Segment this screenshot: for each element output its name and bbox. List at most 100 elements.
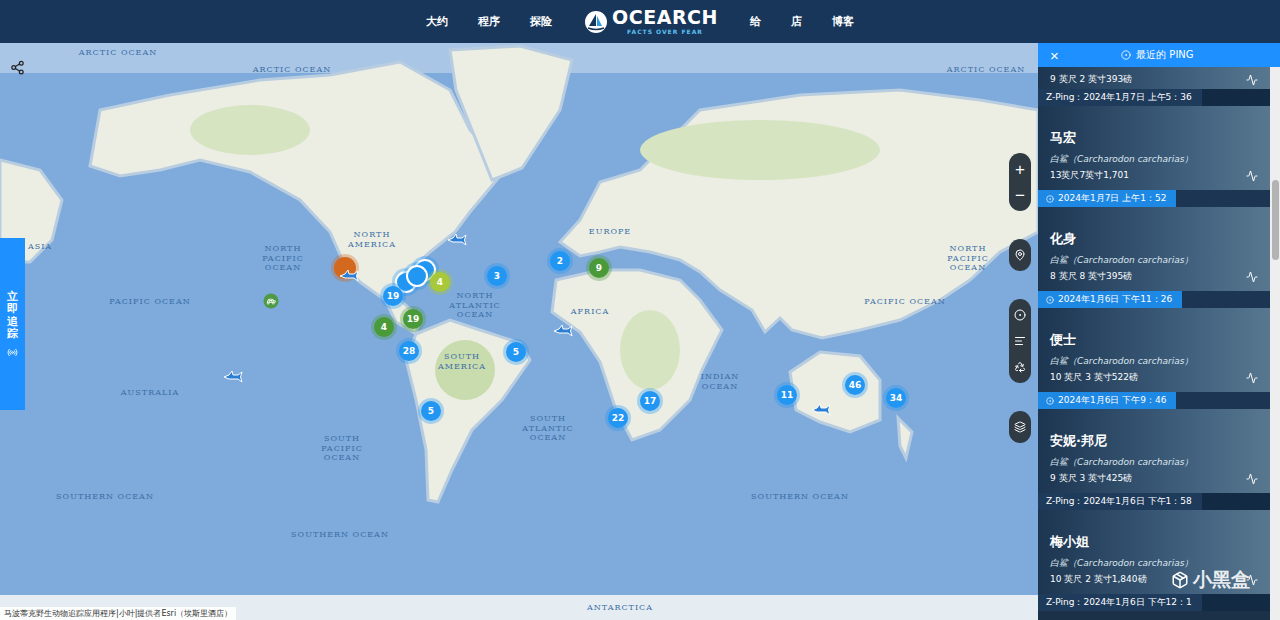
wave-icon [1246, 271, 1258, 283]
locate-button[interactable] [1009, 242, 1031, 268]
track-now-label: 立即追踪 [7, 290, 18, 338]
cluster-marker[interactable]: 19 [403, 309, 423, 329]
zoom-in-button[interactable]: + [1009, 156, 1031, 182]
map-label: NORTH ATLANTIC OCEAN [448, 291, 503, 320]
animal-info: 便士白鲨（Carcharodon carcharias）10 英尺 3 英寸52… [1050, 331, 1240, 384]
scrollbar[interactable] [1270, 67, 1280, 620]
scrollbar-thumb[interactable] [1272, 180, 1279, 260]
map-controls: +− [1009, 153, 1031, 443]
nav-item[interactable]: 店 [791, 14, 802, 29]
nav-item[interactable]: 博客 [832, 14, 854, 29]
map-label: PACIFIC OCEAN [100, 297, 200, 307]
ping-button[interactable] [1009, 302, 1031, 328]
animal-info: 9 英尺 2 英寸393磅 [1050, 70, 1240, 86]
cluster-marker[interactable]: 4 [430, 272, 450, 292]
layers-control [1009, 411, 1031, 443]
map-label: PACIFIC OCEAN [855, 297, 955, 307]
top-nav: 大约 程序 探险 OCEARCHFACTS OVER FEAR 给 店 博客 [0, 0, 1280, 43]
cluster-marker[interactable]: 4 [374, 317, 394, 337]
cluster-marker[interactable]: 2 [550, 251, 570, 271]
animal-size: 10 英尺 3 英寸522磅 [1050, 371, 1240, 384]
panel-body: 9 英尺 2 英寸393磅Z-Ping：2024年1月7日 上午5：36马宏白鲨… [1038, 67, 1280, 620]
signal-icon [7, 347, 18, 358]
map-label: ASIA [20, 242, 60, 252]
panel-title: 最近的 PING [1063, 48, 1272, 62]
cluster-marker[interactable]: 17 [640, 391, 660, 411]
watermark: 小黑盒 [1171, 567, 1250, 593]
map-pin-icon [1014, 249, 1026, 261]
animal-pin[interactable] [447, 234, 467, 246]
recycle-button[interactable] [1009, 354, 1031, 380]
ping-time: 2024年1月6日 下午9：46 [1038, 392, 1176, 409]
cluster-marker[interactable]: 11 [777, 385, 797, 405]
cluster-marker[interactable]: 22 [608, 408, 628, 428]
world-map[interactable]: ARCTIC OCEANARCTIC OCEANARCTIC OCEANNORT… [0, 43, 1038, 620]
shark-icon [553, 325, 573, 337]
ping-time: 2024年1月6日 下午11：26 [1038, 291, 1182, 308]
list-button[interactable] [1009, 328, 1031, 354]
ping-time-row: 2024年1月6日 下午9：46 [1038, 392, 1270, 409]
locate-control [1009, 239, 1031, 271]
nav-item[interactable]: 探险 [530, 14, 552, 29]
ping-icon [1046, 296, 1054, 304]
ping-icon [1014, 309, 1026, 321]
map-attribution: 马波蒂克野生动物追踪应用程序|小叶|提供者Esri（埃斯里酒店） [0, 607, 236, 620]
animal-species: 白鲨（Carcharodon carcharias） [1050, 456, 1240, 469]
zoom-control: +− [1009, 153, 1031, 211]
cluster-marker[interactable]: 5 [421, 401, 441, 421]
wave-icon [1246, 473, 1258, 485]
map-label: AUSTRALIA [110, 388, 190, 398]
layers-button[interactable] [1009, 414, 1031, 440]
animal-size: 13英尺7英寸1,701 [1050, 169, 1240, 182]
animal-name: 梅小姐 [1050, 533, 1240, 551]
turtle-icon [266, 296, 276, 306]
share-icon [10, 60, 25, 75]
cluster-marker[interactable]: 28 [399, 341, 419, 361]
ping-icon [1046, 195, 1054, 203]
map-label: SOUTH ATLANTIC OCEAN [520, 414, 576, 443]
nav-left: 大约 程序 探险 [426, 14, 552, 29]
animal-card[interactable]: 马宏白鲨（Carcharodon carcharias） 13英尺7英寸1,701 [1038, 106, 1270, 190]
nav-item[interactable]: 给 [750, 14, 761, 29]
map-marker[interactable] [406, 265, 428, 287]
animal-pin[interactable] [339, 270, 359, 282]
recent-pings-panel: ×最近的 PING 9 英尺 2 英寸393磅Z-Ping：2024年1月7日 上… [1038, 43, 1280, 620]
animal-card[interactable]: 9 英尺 2 英寸393磅 [1038, 67, 1270, 89]
cluster-marker[interactable]: 34 [886, 388, 906, 408]
map-label: ARCTIC OCEAN [946, 65, 1026, 75]
animal-size: 8 英尺 8 英寸395磅 [1050, 270, 1240, 283]
animal-card[interactable]: 化身白鲨（Carcharodon carcharias）8 英尺 8 英寸395… [1038, 207, 1270, 291]
animal-species: 白鲨（Carcharodon carcharias） [1050, 153, 1240, 166]
map-label: NORTH PACIFIC OCEAN [942, 244, 994, 273]
cluster-marker[interactable]: 3 [487, 266, 507, 286]
shark-icon [811, 404, 831, 416]
animal-pin[interactable] [553, 325, 573, 337]
world-map-drawing [0, 43, 1038, 620]
animal-species: 白鲨（Carcharodon carcharias） [1050, 254, 1240, 267]
animal-card[interactable]: 便士白鲨（Carcharodon carcharias）10 英尺 3 英寸52… [1038, 308, 1270, 392]
animal-pin[interactable] [223, 371, 243, 383]
map-label: EUROPE [580, 227, 640, 237]
animal-pin[interactable] [811, 404, 831, 416]
ping-time-row: Z-Ping：2024年1月6日 下午12：1 [1038, 594, 1270, 611]
close-button[interactable]: × [1046, 48, 1063, 63]
box-icon [1171, 571, 1189, 589]
zoom-out-button[interactable]: − [1009, 182, 1031, 208]
share-button[interactable] [8, 58, 27, 77]
nav-item[interactable]: 程序 [478, 14, 500, 29]
cluster-marker[interactable]: 5 [506, 342, 526, 362]
cluster-marker[interactable]: 46 [845, 375, 865, 395]
nav-item[interactable]: 大约 [426, 14, 448, 29]
ocearch-logo[interactable]: OCEARCHFACTS OVER FEAR [578, 8, 724, 35]
ping-time-row: 2024年1月6日 下午11：26 [1038, 291, 1270, 308]
ping-time: Z-Ping：2024年1月6日 下午12：1 [1038, 594, 1202, 611]
animal-card[interactable]: 安妮·邦尼白鲨（Carcharodon carcharias）9 英尺 3 英寸… [1038, 409, 1270, 493]
map-label: ANTARCTICA [575, 603, 665, 613]
map-label: SOUTHERN OCEAN [290, 530, 390, 540]
cluster-marker[interactable]: 19 [383, 286, 403, 306]
animal-name: 马宏 [1050, 129, 1240, 147]
layers-icon [1014, 421, 1026, 433]
animal-pin[interactable] [264, 294, 279, 309]
cluster-marker[interactable]: 9 [589, 258, 609, 278]
track-now-tab[interactable]: 立即追踪 [0, 238, 25, 410]
